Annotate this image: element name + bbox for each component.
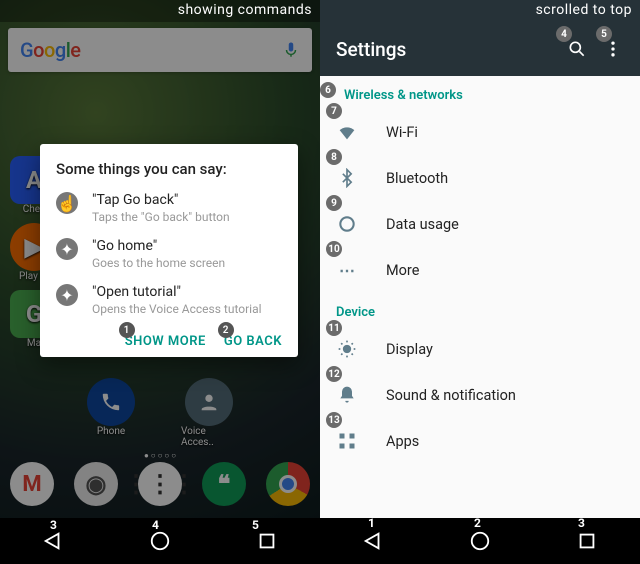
number-badge: 10: [326, 241, 342, 257]
display-icon: [336, 338, 358, 360]
show-more-button[interactable]: 1SHOW MORE: [125, 334, 206, 349]
row-label: Sound & notification: [386, 387, 516, 404]
camera-icon[interactable]: ◉: [74, 462, 118, 506]
overflow-icon: [603, 39, 623, 59]
number-badge: 13: [326, 412, 342, 428]
settings-row-data[interactable]: 9 Data usage: [320, 201, 640, 247]
settings-screen: scrolled to top Settings 4 5 6 Wireless …: [320, 0, 640, 564]
navigation-bar: 1 2 3: [320, 518, 640, 564]
overflow-menu-button[interactable]: 5: [602, 38, 624, 60]
google-search-bar[interactable]: Google: [8, 28, 312, 72]
app-label: Phone: [97, 426, 125, 437]
number-badge: 3: [578, 516, 585, 530]
chrome-icon[interactable]: [266, 462, 310, 506]
search-icon: [567, 39, 587, 59]
app-bar: Settings 4 5: [320, 22, 640, 76]
voice-access-app[interactable]: Voice Acces..: [181, 378, 237, 448]
status-bar: showing commands: [0, 0, 320, 22]
settings-row-sound[interactable]: 12 Sound & notification: [320, 372, 640, 418]
section-title: Device: [336, 305, 375, 320]
hangouts-icon[interactable]: ❝: [202, 462, 246, 506]
card-buttons: 1SHOW MORE 2GO BACK: [56, 330, 282, 349]
bluetooth-icon: [336, 167, 358, 189]
more-icon: ⋯: [336, 259, 358, 281]
suggestion-sub: Taps the "Go back" button: [92, 210, 230, 224]
row-label: More: [386, 262, 419, 279]
section-header-wireless: 6 Wireless & networks: [320, 76, 640, 109]
page-indicator: ● ○ ○ ○ ○: [0, 451, 320, 460]
go-back-button[interactable]: 2GO BACK: [224, 334, 282, 349]
settings-row-wifi[interactable]: 7 Wi-Fi: [320, 109, 640, 155]
suggestion-row[interactable]: ☝ "Tap Go back" Taps the "Go back" button: [56, 192, 282, 224]
apps-icon: [336, 430, 358, 452]
number-badge: 2: [474, 516, 481, 530]
section-title: Wireless & networks: [344, 88, 463, 103]
home-button[interactable]: [469, 530, 491, 552]
number-badge: 1: [119, 322, 135, 338]
row-label: Wi-Fi: [386, 124, 418, 141]
suggestion-sub: Goes to the home screen: [92, 256, 225, 270]
bell-icon: [336, 384, 358, 406]
status-text: scrolled to top: [536, 2, 632, 18]
suggestion-sub: Opens the Voice Access tutorial: [92, 302, 262, 316]
number-badge: 12: [326, 366, 342, 382]
app-label: Ma: [27, 338, 41, 349]
favorites-row: Phone Voice Acces..: [0, 378, 320, 448]
number-badge: 11: [326, 320, 342, 336]
button-label: GO BACK: [224, 334, 282, 349]
number-badge: 3: [50, 518, 57, 532]
home-screen: showing commands Google AChec ▶Play M GM…: [0, 0, 320, 564]
back-button[interactable]: [42, 530, 64, 552]
google-logo: Google: [20, 38, 81, 62]
row-label: Bluetooth: [386, 170, 448, 187]
number-badge: 2: [218, 322, 234, 338]
settings-row-apps[interactable]: 13 Apps: [320, 418, 640, 464]
suggestion-title: "Tap Go back": [92, 192, 230, 208]
status-text: showing commands: [178, 2, 312, 18]
app-label: Voice Acces..: [181, 426, 237, 448]
number-badge: 5: [252, 518, 259, 532]
suggestion-title: "Open tutorial": [92, 284, 262, 300]
row-label: Display: [386, 341, 433, 358]
number-badge: 4: [556, 26, 572, 42]
wifi-icon: [336, 121, 358, 143]
suggestion-row[interactable]: ✦ "Open tutorial" Opens the Voice Access …: [56, 284, 282, 316]
settings-row-more[interactable]: 10 ⋯ More: [320, 247, 640, 293]
home-button[interactable]: [149, 530, 171, 552]
suggestion-row[interactable]: ✦ "Go home" Goes to the home screen: [56, 238, 282, 270]
card-title: Some things you can say:: [56, 160, 282, 178]
mic-icon[interactable]: [282, 41, 300, 59]
app-drawer-icon[interactable]: ⋮⋮⋮: [138, 462, 182, 506]
number-badge: 6: [320, 82, 336, 98]
compass-icon: ✦: [56, 284, 78, 306]
recents-button[interactable]: [256, 530, 278, 552]
row-label: Data usage: [386, 216, 459, 233]
status-bar: scrolled to top: [320, 0, 640, 22]
dock: M ◉ ⋮⋮⋮ ❝: [0, 462, 320, 506]
button-label: SHOW MORE: [125, 334, 206, 349]
row-label: Apps: [386, 433, 419, 450]
gmail-icon[interactable]: M: [10, 462, 54, 506]
recents-button[interactable]: [576, 530, 598, 552]
number-badge: 8: [326, 149, 342, 165]
number-badge: 7: [326, 103, 342, 119]
back-button[interactable]: [362, 530, 384, 552]
compass-icon: ✦: [56, 238, 78, 260]
section-header-device: Device: [320, 293, 640, 326]
voice-access-card: Some things you can say: ☝ "Tap Go back"…: [40, 144, 298, 357]
number-badge: 4: [152, 518, 159, 532]
tap-icon: ☝: [56, 192, 78, 214]
page-title: Settings: [336, 38, 552, 61]
number-badge: 1: [368, 516, 375, 530]
suggestion-title: "Go home": [92, 238, 225, 254]
number-badge: 5: [596, 26, 612, 42]
settings-list[interactable]: 6 Wireless & networks 7 Wi-Fi 8 Bluetoot…: [320, 76, 640, 518]
data-usage-icon: [336, 213, 358, 235]
settings-row-display[interactable]: 11 Display: [320, 326, 640, 372]
phone-app[interactable]: Phone: [83, 378, 139, 448]
number-badge: 9: [326, 195, 342, 211]
settings-row-bluetooth[interactable]: 8 Bluetooth: [320, 155, 640, 201]
navigation-bar: 3 4 5: [0, 518, 320, 564]
search-button[interactable]: 4: [566, 38, 588, 60]
